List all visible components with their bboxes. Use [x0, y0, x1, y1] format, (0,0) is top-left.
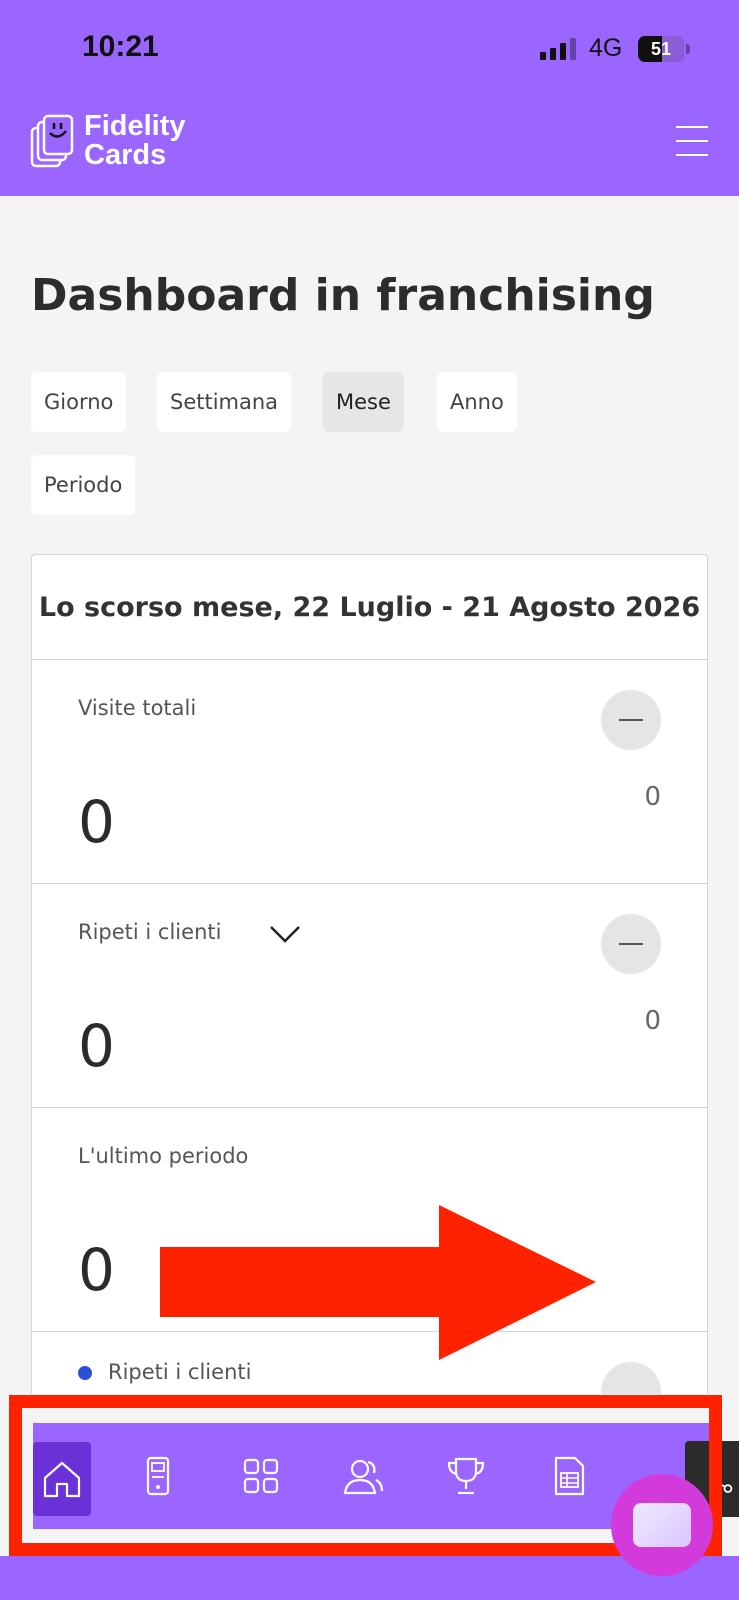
stat-total-visits: Visite totali 0 0 — [32, 660, 707, 884]
status-bar: 10:21 4G 51 — [0, 0, 739, 96]
chat-icon — [633, 1503, 691, 1547]
period-heading: Lo scorso mese, 22 Luglio - 21 Agosto 20… — [32, 555, 707, 660]
brand-line-2: Cards — [84, 139, 167, 171]
home-icon — [43, 1461, 81, 1498]
stat-repeat-customers: Ripeti i clienti 0 0 — [32, 884, 707, 1108]
trend-neutral-icon[interactable] — [601, 690, 661, 750]
trend-neutral-icon[interactable] — [601, 914, 661, 974]
filter-week-button[interactable]: Settimana — [157, 372, 292, 432]
brand-name: Fidelity Cards — [84, 112, 186, 170]
stat-value: 0 — [78, 1012, 115, 1080]
nav-customers[interactable] — [333, 1423, 393, 1529]
battery-icon: 51 — [638, 36, 684, 62]
legend-dot — [78, 1366, 92, 1380]
battery-nub — [686, 44, 690, 54]
stat-compare-value: 0 — [644, 782, 661, 812]
stat-value: 0 — [78, 788, 115, 856]
filter-year-button[interactable]: Anno — [437, 372, 517, 432]
nav-devices[interactable] — [128, 1423, 188, 1529]
network-icon — [711, 1463, 733, 1493]
stat-compare-value: 0 — [644, 1006, 661, 1036]
stat-label: Visite totali — [78, 696, 197, 720]
device-icon — [146, 1456, 170, 1496]
legend-label: Ripeti i clienti — [108, 1360, 252, 1384]
list-icon — [554, 1456, 585, 1496]
nav-rewards[interactable] — [436, 1423, 496, 1529]
filter-period-button[interactable]: Periodo — [31, 455, 136, 515]
stat-label: Ripeti i clienti — [78, 920, 222, 944]
battery-level: 51 — [650, 39, 672, 59]
trend-neutral-icon[interactable] — [601, 1362, 661, 1394]
chevron-down-icon[interactable] — [268, 922, 302, 946]
red-arrow-annotation — [160, 1205, 596, 1360]
app-header: Fidelity Cards — [0, 96, 739, 196]
network-label: 4G — [589, 34, 623, 62]
filter-day-button[interactable]: Giorno — [31, 372, 127, 432]
nav-reports[interactable] — [539, 1423, 599, 1529]
status-time: 10:21 — [82, 30, 159, 63]
customers-icon — [343, 1459, 384, 1495]
signal-icon — [540, 38, 576, 60]
nav-apps[interactable] — [231, 1423, 291, 1529]
brand-line-1: Fidelity — [84, 110, 186, 142]
hamburger-menu-icon[interactable] — [676, 126, 708, 156]
nav-home[interactable] — [33, 1442, 91, 1516]
stat-value: 0 — [78, 1236, 115, 1304]
logo-icon[interactable] — [30, 114, 78, 170]
filter-month-button[interactable]: Mese — [323, 372, 404, 432]
stat-label: L'ultimo periodo — [78, 1144, 249, 1168]
grid-icon — [243, 1458, 279, 1494]
page-title: Dashboard in franchising — [31, 270, 655, 321]
chat-button[interactable] — [611, 1474, 713, 1576]
trophy-icon — [447, 1457, 485, 1495]
